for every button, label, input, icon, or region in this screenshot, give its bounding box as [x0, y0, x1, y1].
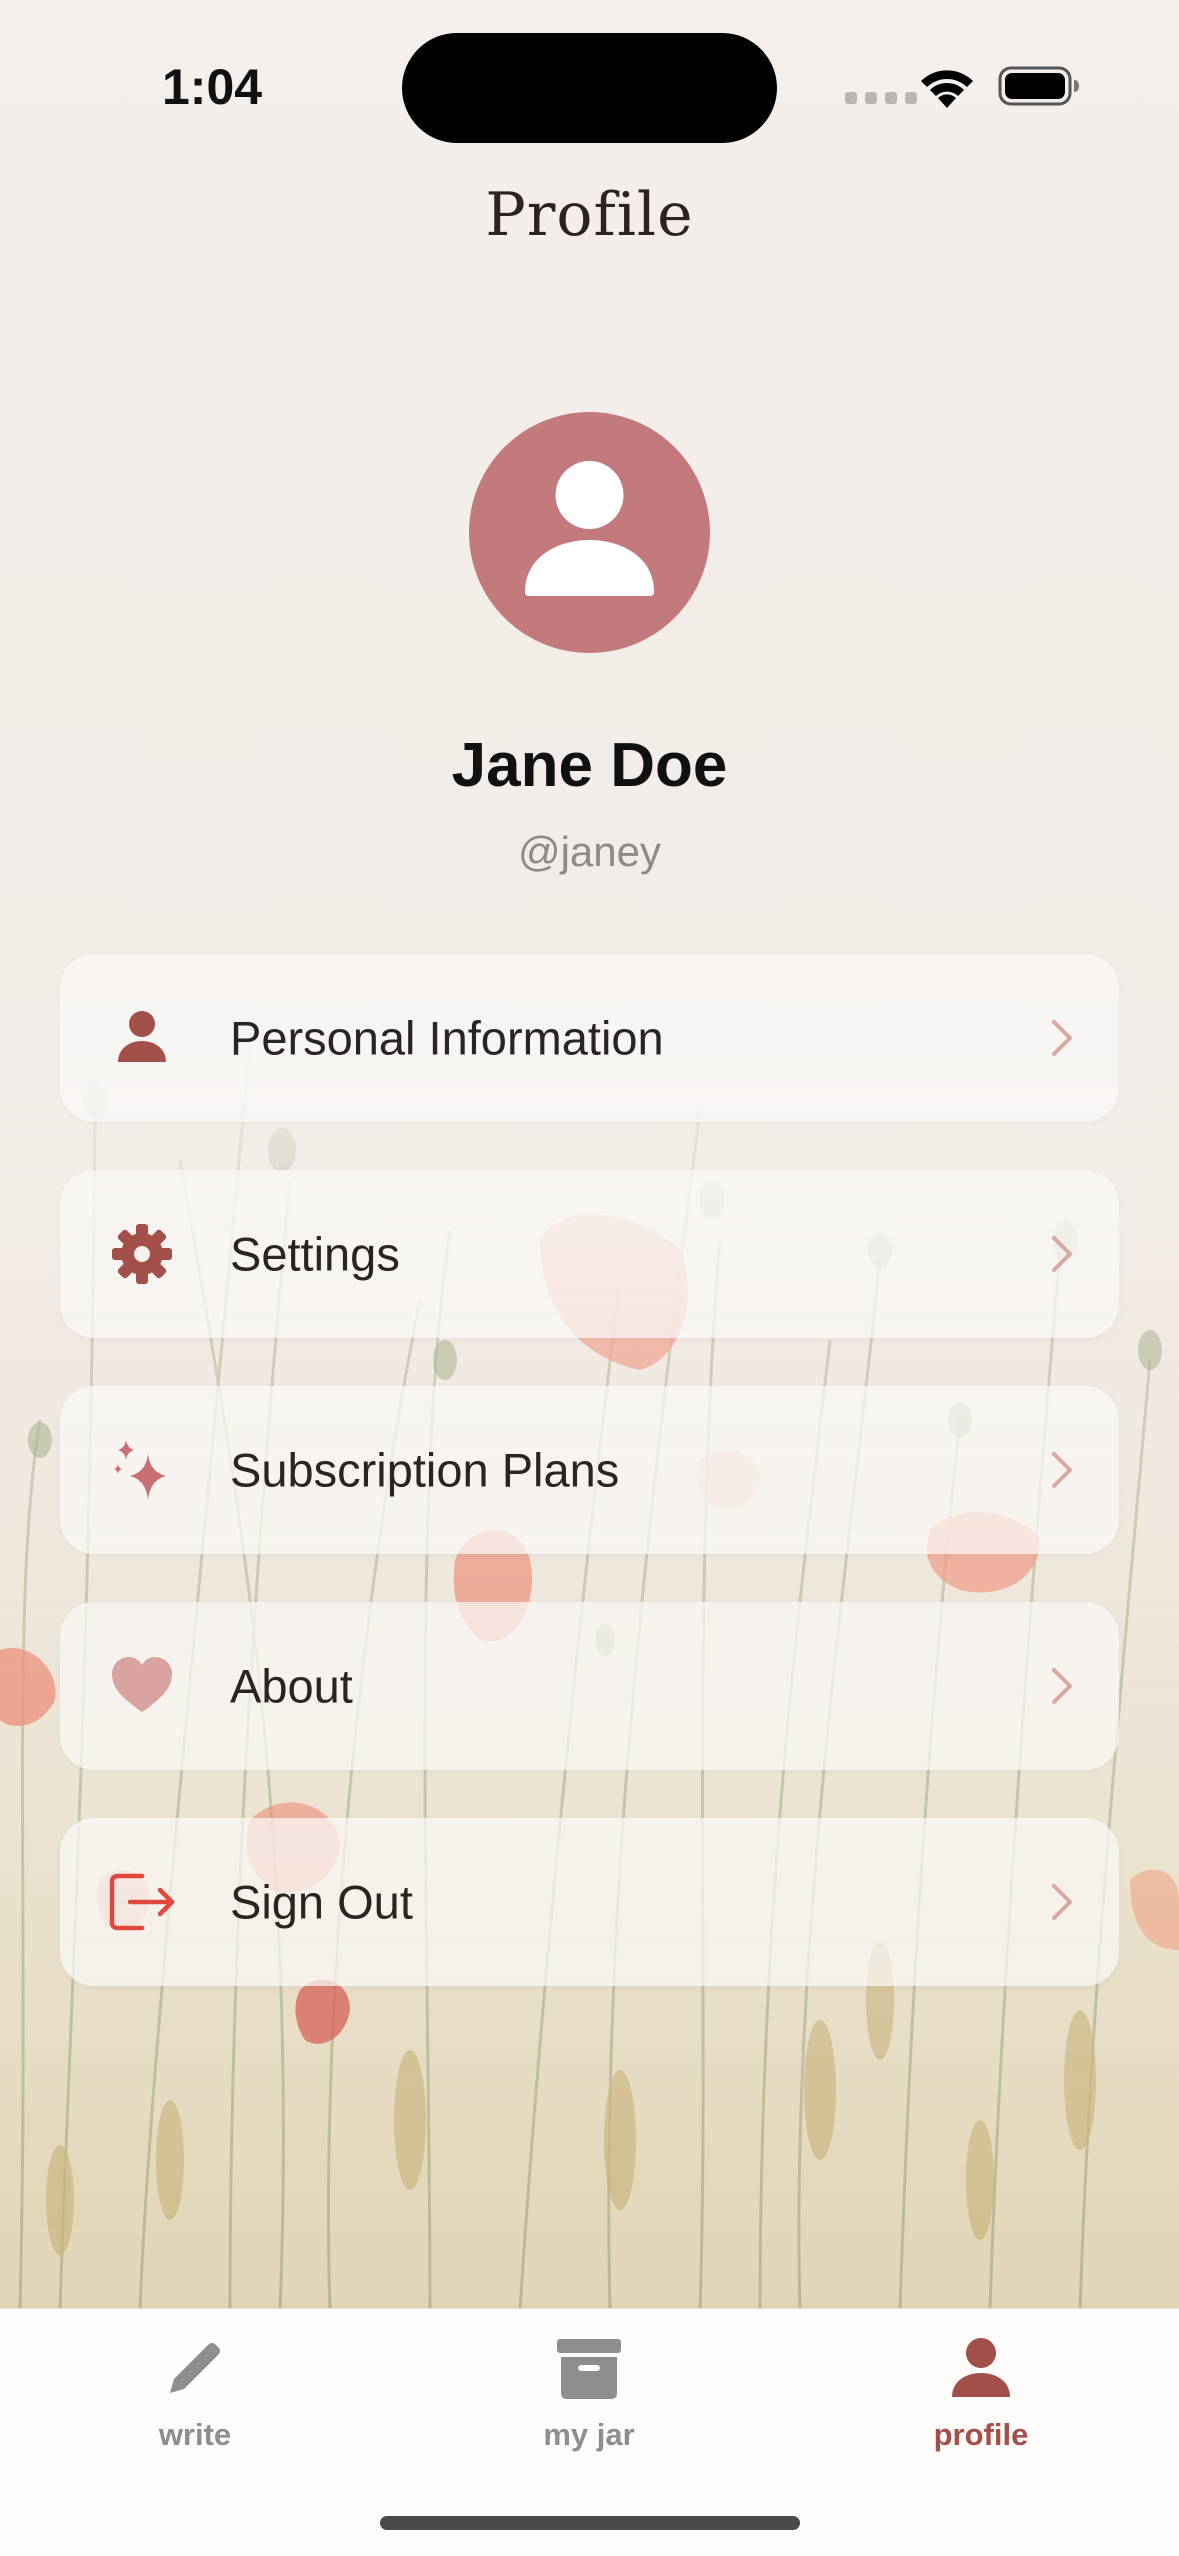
heart-icon: [112, 1657, 172, 1712]
gear-icon: [112, 1224, 172, 1284]
tab-label: my jar: [543, 2417, 635, 2452]
dynamic-island: [402, 33, 777, 143]
tab-profile[interactable]: profile: [861, 2309, 1101, 2459]
chevron-right-icon: [1052, 1020, 1072, 1056]
chevron-right-icon: [1052, 1236, 1072, 1272]
battery-icon: [998, 66, 1079, 106]
sparkles-icon: [114, 1440, 166, 1500]
archive-box-icon: [557, 2339, 621, 2399]
tab-my-jar[interactable]: my jar: [469, 2309, 709, 2459]
menu-item-label: Settings: [230, 1227, 400, 1281]
chevron-right-icon: [1052, 1884, 1072, 1920]
menu-item-label: Sign Out: [230, 1875, 413, 1929]
tab-write[interactable]: write: [75, 2309, 315, 2459]
chevron-right-icon: [1052, 1452, 1072, 1488]
menu-item-label: Personal Information: [230, 1011, 664, 1065]
wifi-icon: [921, 70, 973, 108]
person-icon: [118, 1011, 166, 1062]
profile-screen: 1:04 Profile Jane Doe @janey Personal In…: [0, 0, 1179, 2556]
page-title: Profile: [485, 180, 694, 250]
sign-out-icon: [109, 1873, 175, 1931]
menu-item-about[interactable]: About: [60, 1602, 1119, 1770]
person-icon: [952, 2338, 1010, 2397]
avatar[interactable]: [469, 412, 710, 653]
menu-item-label: Subscription Plans: [230, 1443, 620, 1497]
tab-label: profile: [933, 2417, 1029, 2452]
person-icon: [525, 461, 654, 596]
cellular-signal-icon: [845, 92, 917, 104]
menu-item-sign-out[interactable]: Sign Out: [60, 1818, 1119, 1986]
home-indicator[interactable]: [380, 2516, 800, 2530]
menu-item-personal-information[interactable]: Personal Information: [60, 954, 1119, 1122]
chevron-right-icon: [1052, 1668, 1072, 1704]
menu-item-settings[interactable]: Settings: [60, 1170, 1119, 1338]
tab-label: write: [158, 2417, 232, 2452]
status-time: 1:04: [162, 59, 263, 115]
menu-item-label: About: [230, 1659, 353, 1713]
user-handle: @janey: [517, 828, 662, 875]
menu-item-subscription-plans[interactable]: Subscription Plans: [60, 1386, 1119, 1554]
pencil-icon: [170, 2343, 220, 2393]
user-name: Jane Doe: [451, 731, 728, 800]
